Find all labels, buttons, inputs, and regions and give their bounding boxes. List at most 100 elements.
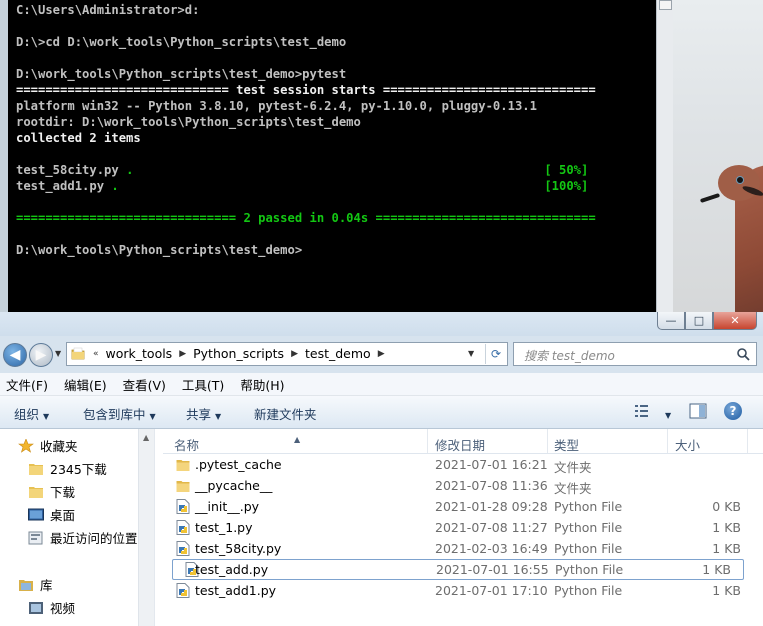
console-test-dot: . (111, 179, 119, 193)
organize-button[interactable]: 组织 ▼ (14, 404, 49, 423)
help-icon[interactable]: ? (724, 402, 742, 420)
console-line: platform win32 -- Python 3.8.10, pytest-… (16, 99, 537, 113)
nav-recent-places[interactable]: 最近访问的位置 (28, 528, 138, 547)
video-icon (29, 601, 43, 614)
console-test-file: test_add1.py (16, 179, 112, 193)
file-size: 0 KB (712, 499, 741, 514)
address-bar[interactable]: « work_tools ▶ Python_scripts ▶ test_dem… (66, 342, 508, 366)
column-divider[interactable] (547, 429, 548, 453)
organize-label: 组织 (14, 407, 40, 422)
console-test-progress: [ 50%] (544, 163, 589, 177)
explorer-titlebar[interactable]: — □ ✕ (0, 312, 763, 336)
search-box[interactable]: 搜索 test_demo (513, 342, 757, 366)
column-header-size[interactable]: 大小 (675, 435, 700, 454)
recent-pages-dropdown[interactable]: ▼ (55, 349, 61, 358)
breadcrumb-separator-icon[interactable]: ▶ (291, 349, 298, 359)
include-in-library-button[interactable]: 包含到库中 ▼ (83, 404, 156, 423)
new-folder-button[interactable]: 新建文件夹 (254, 404, 317, 423)
column-divider[interactable] (667, 429, 668, 453)
console-scroll-thumb[interactable] (659, 0, 672, 10)
console-line: D:\>cd D:\work_tools\Python_scripts\test… (16, 35, 347, 49)
menu-edit[interactable]: 编辑(E) (64, 375, 107, 394)
console-line: D:\work_tools\Python_scripts\test_demo>p… (16, 67, 347, 81)
preview-pane-icon[interactable] (689, 403, 707, 419)
scroll-up-icon[interactable]: ▲ (143, 433, 149, 442)
menu-help[interactable]: 帮助(H) (240, 375, 284, 394)
file-row[interactable]: test_add.py 2021-07-01 16:55 Python File 1 … (172, 559, 744, 580)
column-header-modified[interactable]: 修改日期 (435, 435, 485, 454)
console-output-area[interactable]: C:\Users\Administrator>d: D:\>cd D:\work… (8, 0, 656, 312)
breadcrumb-work-tools[interactable]: work_tools (106, 346, 173, 361)
folder-icon (29, 463, 43, 475)
nav-label: 最近访问的位置 (50, 531, 138, 546)
search-icon[interactable] (736, 347, 750, 361)
console-window[interactable]: C:\Users\Administrator>d: D:\>cd D:\work… (0, 0, 673, 312)
nav-label: 2345下载 (50, 462, 107, 477)
column-header-type[interactable]: 类型 (554, 435, 579, 454)
back-button[interactable]: ◀ (3, 343, 27, 367)
menu-view[interactable]: 查看(V) (123, 375, 166, 394)
python-file-icon (176, 541, 190, 556)
console-line: D:\work_tools\Python_scripts\test_demo> (16, 243, 303, 257)
file-modified-date: 2021-02-03 16:49 (435, 541, 548, 556)
close-button[interactable]: ✕ (713, 312, 757, 330)
maximize-button[interactable]: □ (685, 312, 713, 330)
address-history-dropdown[interactable]: ▼ (468, 349, 474, 358)
nav-pane-scrollbar[interactable]: ▲ (138, 429, 155, 626)
nav-downloads[interactable]: 下载 (28, 482, 75, 501)
breadcrumb-test-demo[interactable]: test_demo (305, 346, 371, 361)
menu-bar: 文件(F) 编辑(E) 查看(V) 工具(T) 帮助(H) (0, 373, 763, 396)
column-divider[interactable] (747, 429, 748, 453)
file-row[interactable]: .pytest_cache 2021-07-01 16:21 文件夹 (163, 454, 763, 475)
star-icon (18, 438, 34, 453)
file-row[interactable]: __pycache__ 2021-07-08 11:36 文件夹 (163, 475, 763, 496)
nav-desktop[interactable]: 桌面 (28, 505, 75, 524)
address-row: ◀ ▶ ▼ « work_tools ▶ Python_scripts ▶ te… (0, 340, 763, 370)
breadcrumb-separator-icon[interactable]: ▶ (378, 349, 385, 359)
file-row[interactable]: test_add1.py 2021-07-01 17:10 Python File 1… (163, 580, 763, 601)
share-button[interactable]: 共享 ▼ (186, 404, 221, 423)
minimize-button[interactable]: — (657, 312, 685, 330)
menu-tools[interactable]: 工具(T) (182, 375, 224, 394)
console-line: ============================== 2 passed … (16, 211, 596, 225)
include-in-library-label: 包含到库中 (83, 407, 146, 422)
file-row[interactable]: test_58city.py 2021-02-03 16:49 Python Fil… (163, 538, 763, 559)
console-line: ============================= test sessi… (16, 83, 596, 97)
explorer-window: — □ ✕ ◀ ▶ ▼ « work_tools ▶ Python_script… (0, 312, 763, 626)
column-header-name[interactable]: 名称 (174, 435, 199, 454)
file-name: test_58city.py (195, 541, 282, 556)
forward-button[interactable]: ▶ (29, 343, 53, 367)
breadcrumb-separator-icon[interactable]: ▶ (179, 349, 186, 359)
python-file-icon (176, 583, 190, 598)
file-list: ▲ 名称 修改日期 类型 大小 .pytest_cache 2021-07-01 … (163, 429, 763, 626)
console-text: C:\Users\Administrator>d: D:\>cd D:\work… (8, 0, 656, 258)
view-options-dropdown[interactable]: ▼ (661, 406, 671, 421)
menu-file[interactable]: 文件(F) (6, 375, 48, 394)
file-name: __init__.py (195, 499, 260, 514)
file-row[interactable]: test_1.py 2021-07-08 11:27 Python File 1 KB (163, 517, 763, 538)
breadcrumb-python-scripts[interactable]: Python_scripts (193, 346, 284, 361)
console-line: collected 2 items (16, 131, 141, 145)
console-line: test_add1.py . [100%] (16, 179, 588, 193)
console-test-dot: . (126, 163, 134, 177)
nav-favorites[interactable]: 收藏夹 (18, 436, 78, 455)
file-size: 1 KB (712, 541, 741, 556)
file-type: Python File (554, 499, 623, 514)
search-input[interactable]: 搜索 test_demo (524, 347, 615, 364)
column-divider[interactable] (427, 429, 428, 453)
nav-label: 下载 (50, 485, 76, 500)
file-name: test_1.py (195, 520, 253, 535)
file-size: 1 KB (702, 562, 731, 577)
refresh-icon[interactable]: ⟳ (485, 344, 506, 364)
file-name: test_add1.py (195, 583, 277, 598)
file-row[interactable]: __init__.py 2021-01-28 09:28 Python File 0 … (163, 496, 763, 517)
nav-2345-downloads[interactable]: 2345下载 (28, 459, 107, 478)
console-scrollbar[interactable] (656, 0, 673, 312)
file-name: .pytest_cache (195, 457, 282, 472)
file-modified-date: 2021-07-01 17:10 (435, 583, 548, 598)
nav-libraries[interactable]: 库 (18, 575, 53, 594)
file-modified-date: 2021-07-08 11:27 (435, 520, 548, 535)
view-options-icon[interactable] (634, 403, 650, 419)
breadcrumb-overflow[interactable]: « (93, 349, 99, 359)
nav-videos[interactable]: 视频 (28, 598, 75, 617)
